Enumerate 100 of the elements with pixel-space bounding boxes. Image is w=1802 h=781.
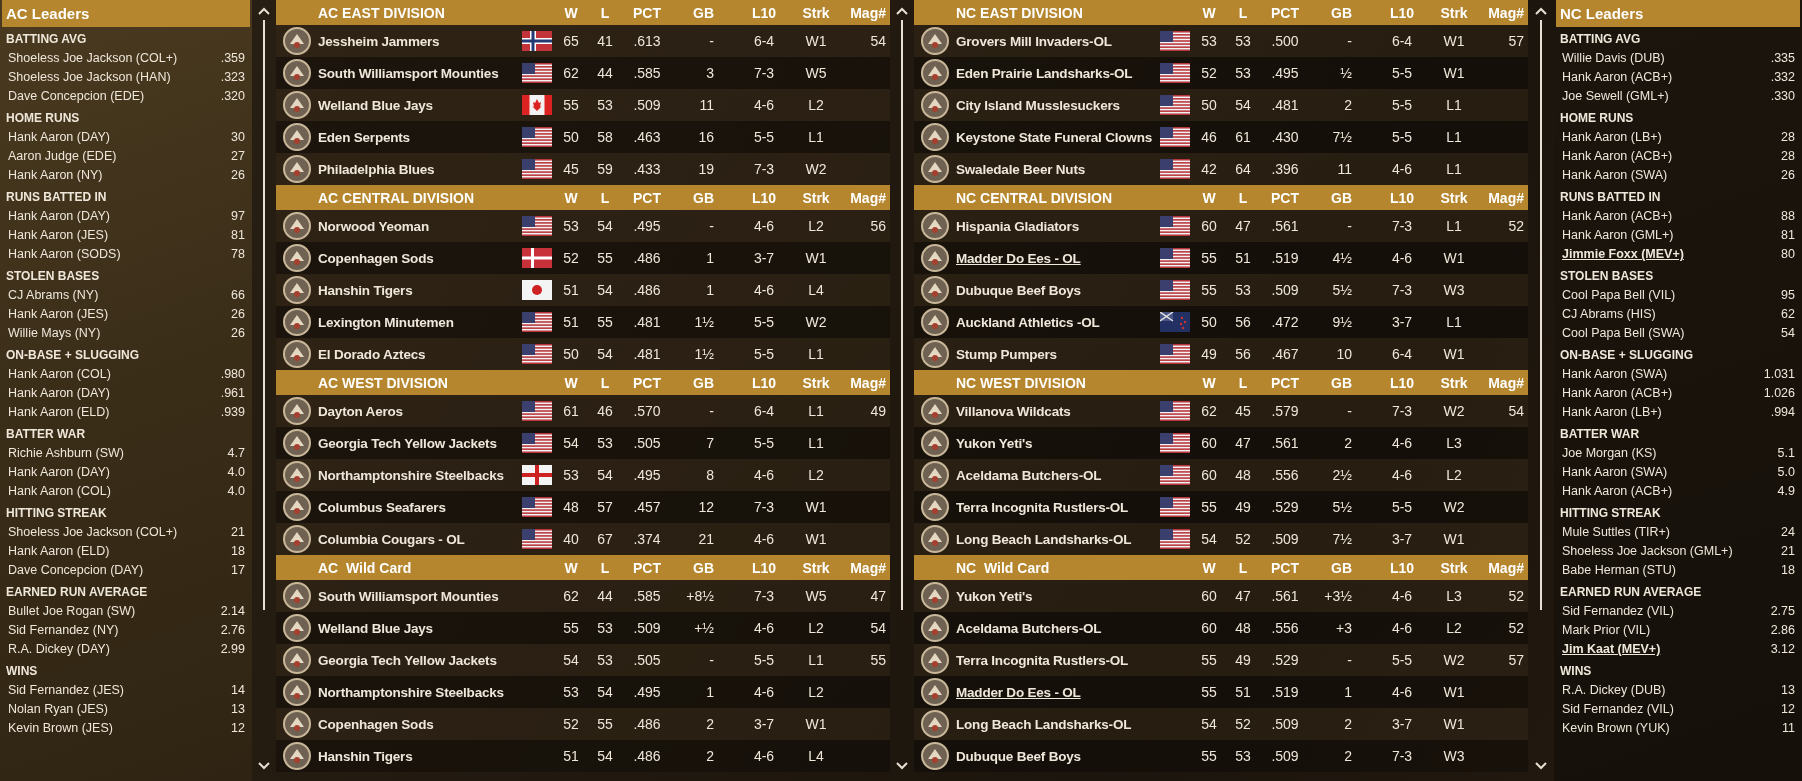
team-name[interactable]: Columbia Cougars - OL: [318, 531, 522, 547]
column-header[interactable]: L: [1238, 189, 1248, 206]
column-header[interactable]: W: [1202, 559, 1216, 576]
scrollbar-thumb[interactable]: [901, 20, 903, 610]
column-header[interactable]: GB: [693, 374, 714, 391]
team-name[interactable]: Columbus Seafarers: [318, 499, 522, 515]
column-header[interactable]: W: [1202, 189, 1216, 206]
team-name[interactable]: Welland Blue Jays: [318, 620, 522, 636]
column-header[interactable]: L10: [731, 189, 777, 206]
column-header[interactable]: Mag#: [850, 189, 890, 206]
column-header[interactable]: W: [564, 559, 578, 576]
column-header[interactable]: PCT: [1271, 189, 1299, 206]
column-header[interactable]: W: [1202, 374, 1216, 391]
column-header[interactable]: Mag#: [1488, 189, 1528, 206]
team-link[interactable]: Madder Do Ees - OL: [956, 684, 1160, 700]
column-header[interactable]: PCT: [633, 374, 661, 391]
column-header[interactable]: Mag#: [850, 559, 890, 576]
column-header[interactable]: PCT: [633, 189, 661, 206]
column-header[interactable]: L10: [1369, 189, 1415, 206]
column-header[interactable]: Strk: [802, 559, 830, 576]
team-name[interactable]: Northamptonshire Steelbacks: [318, 467, 522, 483]
team-name[interactable]: Terra Incognita Rustlers-OL: [956, 652, 1160, 668]
team-link[interactable]: Madder Do Ees - OL: [956, 250, 1160, 266]
column-header[interactable]: L: [1238, 4, 1248, 21]
team-name[interactable]: Auckland Athletics -OL: [956, 314, 1160, 330]
team-name[interactable]: Aceldama Butchers-OL: [956, 467, 1160, 483]
team-name[interactable]: Jessheim Jammers: [318, 33, 522, 49]
team-name[interactable]: Eden Serpents: [318, 129, 522, 145]
team-name[interactable]: Terra Incognita Rustlers-OL: [956, 499, 1160, 515]
column-header[interactable]: GB: [1331, 559, 1352, 576]
team-name[interactable]: Long Beach Landsharks-OL: [956, 531, 1160, 547]
column-header[interactable]: Strk: [1440, 559, 1468, 576]
team-name[interactable]: Georgia Tech Yellow Jackets: [318, 435, 522, 451]
column-header[interactable]: L10: [731, 374, 777, 391]
team-name[interactable]: Norwood Yeoman: [318, 218, 522, 234]
column-header[interactable]: PCT: [633, 559, 661, 576]
team-name[interactable]: Copenhagen Sods: [318, 250, 522, 266]
column-header[interactable]: L: [600, 189, 610, 206]
column-header[interactable]: Strk: [1440, 189, 1468, 206]
column-header[interactable]: W: [564, 374, 578, 391]
column-header[interactable]: W: [564, 189, 578, 206]
team-name[interactable]: Georgia Tech Yellow Jackets: [318, 652, 522, 668]
team-name[interactable]: Philadelphia Blues: [318, 161, 522, 177]
team-name[interactable]: Aceldama Butchers-OL: [956, 620, 1160, 636]
column-header[interactable]: PCT: [633, 4, 661, 21]
column-header[interactable]: GB: [693, 189, 714, 206]
team-name[interactable]: Eden Prairie Landsharks-OL: [956, 65, 1160, 81]
team-name[interactable]: South Williamsport Mounties: [318, 588, 522, 604]
column-header[interactable]: Mag#: [1488, 374, 1528, 391]
column-header[interactable]: Strk: [802, 374, 830, 391]
column-header[interactable]: Strk: [1440, 374, 1468, 391]
team-name[interactable]: Hanshin Tigers: [318, 748, 522, 764]
team-name[interactable]: Villanova Wildcats: [956, 403, 1160, 419]
column-header[interactable]: Mag#: [1488, 559, 1528, 576]
column-header[interactable]: Strk: [1440, 4, 1468, 21]
team-name[interactable]: Hispania Gladiators: [956, 218, 1160, 234]
column-header[interactable]: L: [600, 4, 610, 21]
team-name[interactable]: Long Beach Landsharks-OL: [956, 716, 1160, 732]
column-header[interactable]: GB: [1331, 189, 1352, 206]
column-header[interactable]: W: [1202, 4, 1216, 21]
team-name[interactable]: Stump Pumpers: [956, 346, 1160, 362]
team-name[interactable]: City Island Musslesuckers: [956, 97, 1160, 113]
team-name[interactable]: Grovers Mill Invaders-OL: [956, 33, 1160, 49]
column-header[interactable]: L10: [1369, 374, 1415, 391]
team-name[interactable]: Copenhagen Sods: [318, 716, 522, 732]
column-header[interactable]: PCT: [1271, 559, 1299, 576]
column-header[interactable]: GB: [1331, 374, 1352, 391]
column-header[interactable]: L10: [1369, 4, 1415, 21]
player-link[interactable]: Jimmie Foxx (MEV+): [1562, 245, 1684, 264]
team-name[interactable]: Dubuque Beef Boys: [956, 748, 1160, 764]
team-name[interactable]: Dubuque Beef Boys: [956, 282, 1160, 298]
team-name[interactable]: South Williamsport Mounties: [318, 65, 522, 81]
column-header[interactable]: L: [600, 374, 610, 391]
column-header[interactable]: Mag#: [850, 374, 890, 391]
column-header[interactable]: L10: [731, 559, 777, 576]
column-header[interactable]: Strk: [802, 189, 830, 206]
column-header[interactable]: Mag#: [1488, 4, 1528, 21]
scrollbar-thumb[interactable]: [1540, 20, 1542, 610]
team-name[interactable]: Northamptonshire Steelbacks: [318, 684, 522, 700]
column-header[interactable]: L: [1238, 559, 1248, 576]
team-name[interactable]: Hanshin Tigers: [318, 282, 522, 298]
column-header[interactable]: W: [564, 4, 578, 21]
column-header[interactable]: PCT: [1271, 374, 1299, 391]
scrollbar-thumb[interactable]: [263, 20, 265, 610]
player-link[interactable]: Jim Kaat (MEV+): [1562, 640, 1661, 659]
team-name[interactable]: Dayton Aeros: [318, 403, 522, 419]
column-header[interactable]: L10: [731, 4, 777, 21]
team-name[interactable]: Swaledale Beer Nuts: [956, 161, 1160, 177]
column-header[interactable]: L: [1238, 374, 1248, 391]
column-header[interactable]: L: [600, 559, 610, 576]
team-name[interactable]: Yukon Yeti's: [956, 588, 1160, 604]
column-header[interactable]: GB: [693, 4, 714, 21]
team-name[interactable]: Welland Blue Jays: [318, 97, 522, 113]
column-header[interactable]: L10: [1369, 559, 1415, 576]
column-header[interactable]: GB: [1331, 4, 1352, 21]
column-header[interactable]: GB: [693, 559, 714, 576]
team-name[interactable]: Keystone State Funeral Clowns: [956, 129, 1160, 145]
team-name[interactable]: El Dorado Aztecs: [318, 346, 522, 362]
team-name[interactable]: Lexington Minutemen: [318, 314, 522, 330]
team-name[interactable]: Yukon Yeti's: [956, 435, 1160, 451]
